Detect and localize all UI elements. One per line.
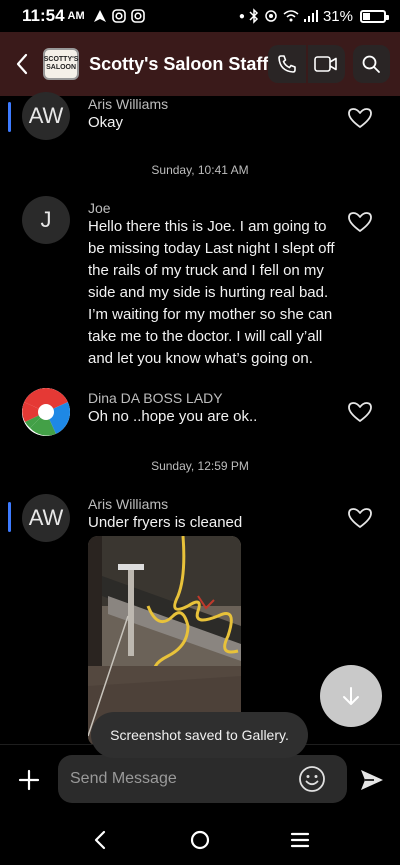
message: Dina DA BOSS LADY Oh no ..hope you are o… [0, 388, 400, 440]
phone-icon [278, 55, 296, 73]
wifi-icon [283, 10, 299, 22]
message-text: Under fryers is cleaned [88, 514, 243, 531]
status-bar: 11:54 AM ● 31% [0, 0, 400, 32]
battery-icon [360, 9, 389, 23]
status-time: 11:54 [22, 6, 65, 25]
heart-icon[interactable] [347, 400, 373, 424]
search-icon [362, 55, 381, 73]
sender-name: Aris Williams [88, 96, 169, 112]
message-input[interactable] [70, 755, 290, 803]
video-call-button[interactable] [307, 45, 345, 83]
emoji-icon[interactable] [298, 765, 326, 793]
dot-icon: ● [238, 10, 245, 22]
avatar[interactable]: AW [22, 92, 70, 140]
avatar[interactable]: J [22, 196, 70, 244]
profile-picture [22, 388, 70, 436]
unread-indicator [8, 102, 11, 132]
send-icon[interactable] [358, 766, 386, 794]
message-text: Okay [88, 114, 124, 131]
video-icon [314, 56, 337, 72]
chevron-left-icon [16, 53, 27, 75]
home-circle-icon [190, 830, 210, 850]
avatar-initials: J [40, 207, 52, 232]
scroll-to-bottom-button[interactable] [320, 665, 382, 727]
battery-fill [363, 12, 370, 20]
heart-icon[interactable] [347, 506, 373, 530]
heart-icon[interactable] [347, 210, 373, 234]
status-ampm: AM [67, 10, 85, 22]
signal-icon [303, 10, 318, 22]
sender-name: Dina DA BOSS LADY [88, 390, 223, 406]
nav-recents-button[interactable] [288, 828, 312, 852]
system-status: ● 31% [238, 7, 389, 25]
message-input-container [58, 755, 347, 803]
system-nav-bar [0, 814, 400, 865]
add-attachment-button[interactable] [14, 765, 44, 795]
hotspot-icon [265, 10, 277, 22]
sender-name: Aris Williams [88, 496, 169, 512]
bluetooth-icon [249, 8, 259, 24]
arrow-down-icon [343, 687, 359, 705]
chevron-left-icon [94, 830, 106, 850]
date-separator: Sunday, 10:41 AM [151, 163, 249, 177]
message: AW Aris Williams Okay [0, 92, 400, 146]
nav-back-button[interactable] [88, 828, 112, 852]
heart-icon[interactable] [347, 106, 373, 130]
notification-icons [93, 9, 145, 23]
instagram-icon [111, 9, 126, 23]
chat-header: SCOTTY'S SALOON Scotty's Saloon Staff [0, 32, 400, 96]
message-text: Hello there this is Joe. I am going to b… [88, 218, 335, 367]
plus-icon [18, 769, 40, 791]
navigation-icon [93, 10, 106, 22]
avatar[interactable] [22, 388, 70, 436]
menu-lines-icon [290, 832, 310, 848]
page-title[interactable]: Scotty's Saloon Staff [89, 54, 268, 75]
message: J Joe Hello there this is Joe. I am goin… [0, 196, 400, 367]
search-button[interactable] [352, 45, 390, 83]
group-logo-text: SCOTTY'S SALOON [43, 56, 79, 71]
group-avatar[interactable]: SCOTTY'S SALOON [43, 48, 80, 80]
toast-notification: Screenshot saved to Gallery. [91, 712, 308, 758]
instagram-icon [130, 9, 145, 23]
sender-name: Joe [88, 200, 111, 216]
date-separator: Sunday, 12:59 PM [151, 459, 249, 473]
avatar-initials: AW [28, 505, 64, 530]
message-text: Oh no ..hope you are ok.. [88, 408, 258, 425]
back-button[interactable] [0, 32, 43, 96]
unread-indicator [8, 502, 11, 532]
avatar[interactable]: AW [22, 494, 70, 542]
call-button[interactable] [268, 45, 306, 83]
battery-percent: 31% [322, 7, 353, 25]
nav-home-button[interactable] [188, 828, 212, 852]
avatar-initials: AW [28, 103, 64, 128]
